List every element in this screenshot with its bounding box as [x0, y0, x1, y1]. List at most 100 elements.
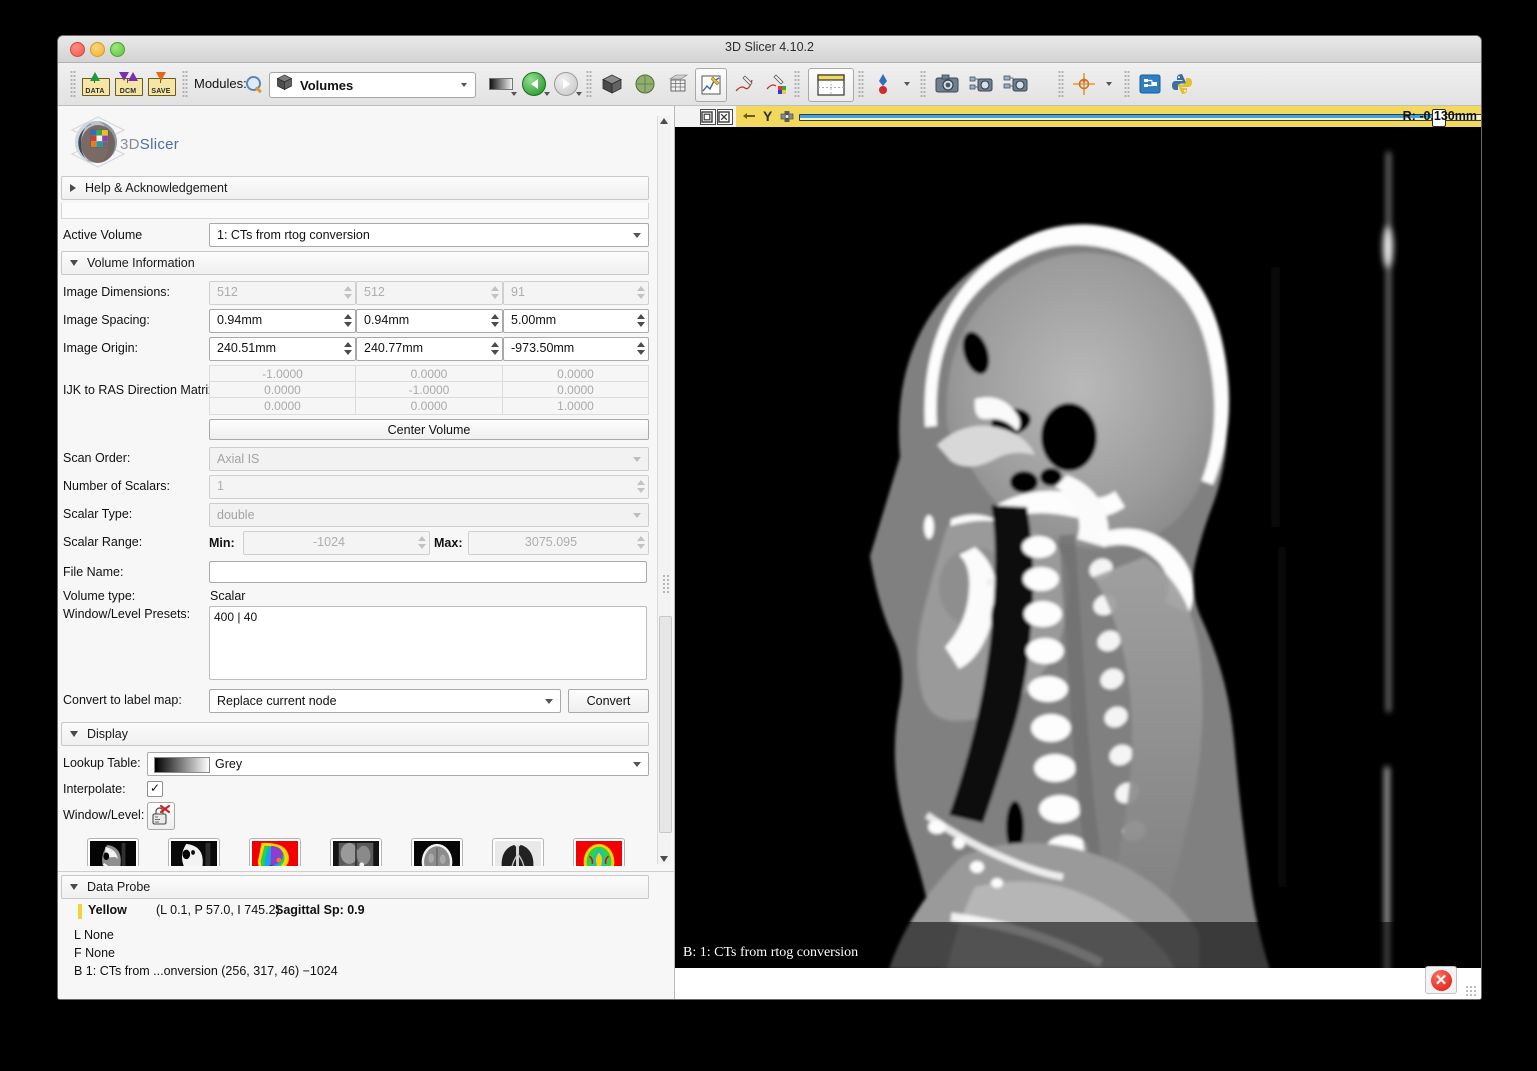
markups-line-button[interactable]	[730, 68, 758, 100]
preset-ct-abdomen-thumbnail[interactable]	[330, 838, 382, 866]
load-data-button[interactable]: DATA	[80, 68, 110, 100]
mouse-mode-button[interactable]	[870, 68, 896, 100]
panel-resize-grip[interactable]	[662, 574, 670, 594]
scalar-type-value: double	[217, 508, 255, 522]
image-origin-s-field[interactable]: -973.50mm	[503, 337, 649, 361]
image-dimension-i-field[interactable]: 512	[209, 281, 356, 305]
colormap-button[interactable]	[486, 68, 516, 100]
window-title: 3D Slicer 4.10.2	[58, 40, 1481, 54]
markups-color-icon	[765, 73, 787, 95]
extension-manager-button[interactable]	[1136, 68, 1164, 100]
active-volume-selector[interactable]: 1: CTs from rtog conversion	[209, 223, 649, 247]
image-origin-r-field[interactable]: 240.51mm	[209, 337, 356, 361]
slice-offset-slider[interactable]	[799, 110, 1482, 123]
image-spacing-k-field[interactable]: 5.00mm	[503, 309, 649, 333]
chevron-down-icon	[633, 233, 641, 238]
show-grid-button[interactable]	[664, 68, 692, 100]
history-back-button[interactable]	[520, 68, 548, 100]
image-dimension-j-field[interactable]: 512	[356, 281, 503, 305]
screenshot-button[interactable]	[932, 68, 962, 100]
toolbar-separator	[794, 70, 800, 98]
screenshot-scene-icon	[968, 73, 994, 95]
display-section[interactable]: Display	[61, 722, 649, 746]
lookup-table-gradient-icon	[154, 757, 210, 773]
screenshot-icon	[935, 73, 959, 95]
slice-image-view[interactable]: B: 1: CTs from rtog conversion	[675, 127, 1481, 968]
window-resize-grip[interactable]	[1465, 985, 1477, 997]
history-forward-button[interactable]	[552, 68, 580, 100]
image-dimension-k-field[interactable]: 91	[503, 281, 649, 305]
volumes-module-icon	[276, 74, 293, 96]
screenshot-annotated-button[interactable]	[1000, 68, 1030, 100]
scroll-down-arrow-icon[interactable]	[660, 856, 668, 862]
preset-mr-spectral-thumbnail[interactable]	[573, 838, 625, 866]
python-console-button[interactable]	[1168, 68, 1196, 100]
charts-layout-button[interactable]	[695, 68, 727, 102]
save-data-icon-label: SAVE	[149, 88, 173, 95]
scalar-type-selector[interactable]: double	[209, 503, 649, 527]
mouse-mode-dropdown[interactable]	[899, 68, 915, 100]
scalar-max-field[interactable]: 3075.095	[468, 531, 649, 555]
preset-ct-bone-thumbnail[interactable]	[87, 838, 139, 866]
chevron-down-icon	[511, 92, 517, 96]
image-spacing-j-field[interactable]: 0.94mm	[356, 309, 503, 333]
volume-information-section[interactable]: Volume Information	[61, 251, 649, 275]
convert-button[interactable]: Convert	[568, 689, 649, 713]
pin-icon[interactable]	[742, 112, 756, 120]
scroll-up-arrow-icon[interactable]	[660, 118, 668, 124]
view-3d-icon	[601, 73, 623, 95]
convert-target-selector[interactable]: Replace current node	[209, 689, 561, 713]
image-spacing-j-value: 0.94mm	[364, 313, 409, 327]
history-forward-icon	[554, 72, 578, 96]
show-3d-button[interactable]	[598, 68, 626, 100]
lookup-table-label: Lookup Table:	[63, 756, 141, 770]
scalar-min-field[interactable]: -1024	[243, 531, 430, 555]
data-probe-section[interactable]: Data Probe	[61, 875, 649, 899]
lookup-table-selector[interactable]: Grey	[147, 752, 649, 776]
window-level-presets-label: Window/Level Presets:	[63, 607, 190, 621]
module-selector[interactable]: Volumes	[269, 72, 476, 98]
number-of-scalars-field[interactable]: 1	[209, 475, 649, 499]
scrollbar-thumb[interactable]	[659, 616, 672, 833]
chevron-down-icon	[70, 884, 78, 890]
module-panel-scrollbar[interactable]	[657, 116, 671, 864]
help-acknowledgement-section[interactable]: Help & Acknowledgement	[61, 176, 649, 200]
image-origin-a-field[interactable]: 240.77mm	[356, 337, 503, 361]
save-data-button[interactable]: SAVE	[146, 68, 176, 100]
preset-ct-air-thumbnail[interactable]	[168, 838, 220, 866]
slider-fill	[800, 115, 1438, 118]
module-search-button[interactable]	[244, 68, 264, 100]
markups-color-button[interactable]	[762, 68, 790, 100]
screenshot-scene-button[interactable]	[966, 68, 996, 100]
convert-target-value: Replace current node	[217, 694, 337, 708]
load-dicom-icon-label: DCM	[116, 88, 140, 95]
interpolate-checkbox[interactable]: ✓	[147, 781, 163, 797]
slice-visibility-icon[interactable]	[780, 110, 794, 123]
file-name-input[interactable]	[209, 561, 647, 583]
error-indicator-button[interactable]: ✕	[1425, 966, 1457, 994]
window-level-lock-button[interactable]	[147, 802, 175, 830]
load-data-icon: DATA	[82, 72, 108, 96]
preset-ct-brain-image	[414, 841, 460, 866]
scan-order-selector[interactable]: Axial IS	[209, 447, 649, 471]
load-dicom-button[interactable]: DCM	[113, 68, 143, 100]
preset-pet-heat-thumbnail[interactable]	[249, 838, 301, 866]
slice-controller-bar: Y R: -0.130mm	[675, 106, 1481, 127]
close-panel-icon[interactable]	[717, 109, 733, 125]
scalar-min-label: Min:	[209, 536, 235, 550]
crosshair-button[interactable]	[1070, 68, 1098, 100]
chevron-down-icon	[544, 92, 550, 96]
preset-ct-brain-thumbnail[interactable]	[411, 838, 463, 866]
convert-to-label-map-label: Convert to label map:	[63, 693, 182, 707]
window-level-preset-item[interactable]: 400 | 40	[214, 610, 646, 624]
window-level-presets-list[interactable]: 400 | 40	[209, 606, 647, 680]
show-slice-models-button[interactable]	[631, 68, 659, 100]
slicer-logo-text: 3DSlicer	[120, 136, 179, 153]
pin-panel-icon[interactable]	[700, 109, 716, 125]
layout-selector-button[interactable]	[808, 68, 854, 102]
image-spacing-i-field[interactable]: 0.94mm	[209, 309, 356, 333]
chevron-down-icon	[633, 513, 641, 518]
preset-ct-lung-thumbnail[interactable]	[492, 838, 544, 866]
center-volume-button[interactable]: Center Volume	[209, 419, 649, 440]
crosshair-dropdown[interactable]	[1101, 68, 1117, 100]
